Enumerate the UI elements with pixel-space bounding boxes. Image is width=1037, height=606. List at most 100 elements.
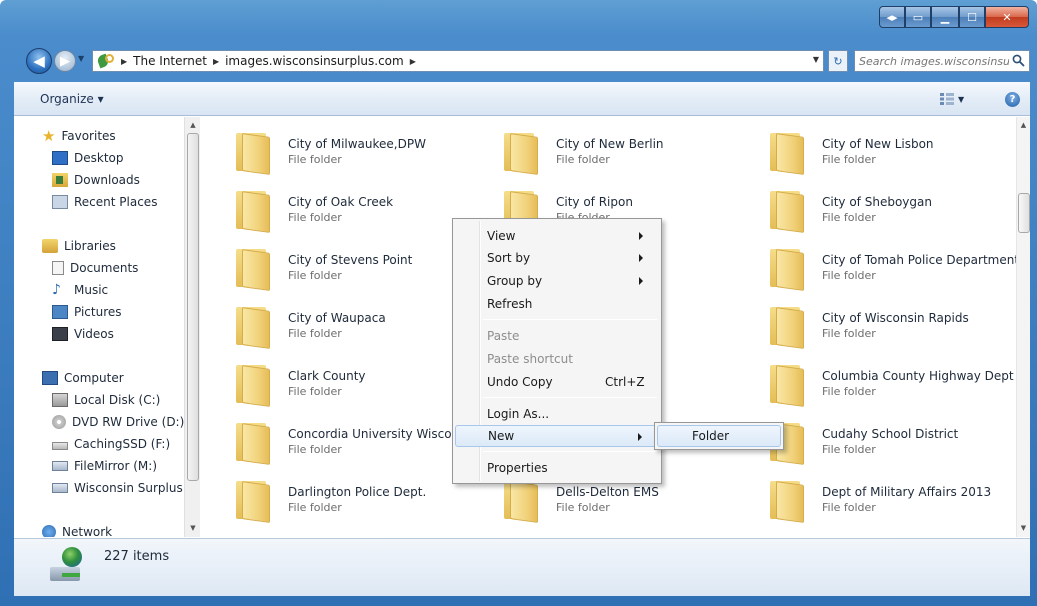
nav-network[interactable]: Network	[42, 525, 112, 537]
nav-label: Computer	[64, 371, 124, 385]
folder-name: Clark County	[288, 369, 366, 383]
nav-label: Documents	[70, 261, 139, 275]
menu-item-group-by[interactable]: Group by	[455, 270, 659, 292]
menu-item-paste-shortcut[interactable]: Paste shortcut	[455, 348, 659, 370]
scrollbar-thumb[interactable]	[187, 133, 199, 481]
change-view-button[interactable]: ▼	[940, 91, 970, 107]
menu-separator	[483, 397, 657, 398]
address-bar[interactable]: ▶ The Internet ▶ images.wisconsinsurplus…	[92, 50, 824, 72]
navigation-pane: ★ Favorites Desktop Downloads Recent Pla…	[14, 117, 200, 537]
refresh-icon[interactable]: ↻	[828, 50, 848, 72]
hard-disk-icon	[52, 393, 68, 407]
folder-name: City of Stevens Point	[288, 253, 413, 267]
scrollbar-thumb[interactable]	[1018, 193, 1030, 233]
folder-name: City of New Lisbon	[822, 137, 934, 151]
search-icon[interactable]	[1012, 54, 1025, 67]
nav-pane-scrollbar[interactable]: ▲ ▼	[184, 117, 200, 537]
command-bar: Organize ▾ ▼ ?	[14, 82, 1030, 116]
menu-item-new[interactable]: New	[455, 425, 659, 447]
desktop-icon	[52, 151, 68, 165]
search-box[interactable]	[854, 50, 1030, 72]
nav-item-wisconsin-surplus[interactable]: Wisconsin Surplus	[52, 481, 183, 495]
minimize-button[interactable]: ▁	[931, 6, 959, 28]
organize-button[interactable]: Organize ▾	[40, 92, 104, 106]
flip-icon[interactable]: ◂▸	[879, 6, 905, 28]
nav-item-desktop[interactable]: Desktop	[52, 151, 124, 165]
menu-label: Login As...	[487, 407, 550, 421]
nav-item-dvd-drive[interactable]: DVD RW Drive (D:)	[52, 415, 184, 429]
scroll-up-icon[interactable]: ▲	[185, 118, 201, 132]
menu-separator	[483, 319, 657, 320]
folder-name: City of Sheboygan	[822, 195, 932, 209]
scroll-down-icon[interactable]: ▼	[1017, 521, 1030, 535]
folder-item[interactable]: City of Tomah Police Department File fol…	[768, 241, 1028, 291]
chevron-down-icon: ▼	[958, 94, 965, 104]
menu-item-paste[interactable]: Paste	[455, 325, 659, 347]
nav-label: Favorites	[61, 129, 116, 143]
nav-item-recent-places[interactable]: Recent Places	[52, 195, 157, 209]
folder-type: File folder	[288, 443, 342, 456]
folder-type: File folder	[822, 501, 876, 514]
nav-item-local-disk[interactable]: Local Disk (C:)	[52, 393, 160, 407]
search-input[interactable]	[859, 54, 1009, 68]
nav-favorites[interactable]: ★ Favorites	[42, 129, 116, 144]
item-count: 227 items	[104, 549, 170, 564]
scroll-down-icon[interactable]: ▼	[185, 521, 201, 535]
submenu-arrow-icon	[639, 232, 643, 240]
nav-item-downloads[interactable]: Downloads	[52, 173, 140, 187]
nav-item-caching-ssd[interactable]: CachingSSD (F:)	[52, 437, 170, 451]
breadcrumb-separator-icon[interactable]: ▶	[121, 57, 127, 66]
folder-icon	[234, 245, 274, 291]
folder-item[interactable]: City of Wisconsin Rapids File folder	[768, 299, 1028, 349]
breadcrumb-internet[interactable]: The Internet	[133, 54, 207, 68]
maximize-button[interactable]: ☐	[959, 6, 985, 28]
menu-item-view[interactable]: View	[455, 225, 659, 247]
network-drive-icon	[52, 461, 68, 471]
recent-pages-chevron-icon[interactable]: ▼	[78, 54, 84, 63]
submenu-item-folder[interactable]: Folder	[657, 425, 781, 447]
folder-name: Columbia County Highway Dept	[822, 369, 1014, 383]
breadcrumb-separator-icon[interactable]: ▶	[410, 57, 416, 66]
menu-item-sort-by[interactable]: Sort by	[455, 247, 659, 269]
new-submenu: Folder	[654, 422, 784, 450]
menu-label: Paste	[487, 329, 520, 343]
folder-icon	[234, 361, 274, 407]
nav-item-filemirror[interactable]: FileMirror (M:)	[52, 459, 157, 473]
folder-item[interactable]: Columbia County Highway Dept File folder	[768, 357, 1028, 407]
nav-computer[interactable]: Computer	[42, 371, 124, 385]
folder-item[interactable]: City of Milwaukee,DPW File folder	[234, 125, 494, 175]
folder-type: File folder	[556, 501, 610, 514]
title-bar[interactable]: ◂▸ ▭ ▁ ☐ ✕	[0, 0, 1037, 40]
nav-item-documents[interactable]: Documents	[52, 261, 138, 275]
menu-item-refresh[interactable]: Refresh	[455, 293, 659, 315]
network-location-icon	[52, 483, 68, 493]
folder-item[interactable]: City of New Berlin File folder	[502, 125, 762, 175]
address-dropdown-icon[interactable]: ▼	[813, 55, 819, 64]
folder-name: City of Oak Creek	[288, 195, 394, 209]
folder-item[interactable]: City of New Lisbon File folder	[768, 125, 1028, 175]
nav-label: Network	[62, 525, 113, 537]
folder-item[interactable]: Cudahy School District File folder	[768, 415, 1028, 465]
close-button[interactable]: ✕	[985, 6, 1029, 28]
folder-name: City of Milwaukee,DPW	[288, 137, 426, 151]
nav-item-videos[interactable]: Videos	[52, 327, 114, 341]
computer-icon	[42, 371, 58, 385]
nav-libraries[interactable]: Libraries	[42, 239, 116, 253]
help-icon[interactable]: ?	[1005, 92, 1020, 107]
forward-button[interactable]: ▶	[54, 50, 76, 72]
nav-item-pictures[interactable]: Pictures	[52, 305, 122, 319]
menu-item-login-as[interactable]: Login As...	[455, 403, 659, 425]
thumbnail-icon[interactable]: ▭	[905, 6, 931, 28]
back-button[interactable]: ◀	[26, 48, 52, 74]
menu-item-properties[interactable]: Properties	[455, 457, 659, 479]
folder-type: File folder	[822, 443, 876, 456]
internet-icon	[96, 53, 115, 69]
file-list-scrollbar[interactable]: ▲ ▼	[1016, 117, 1030, 537]
menu-item-undo-copy[interactable]: Undo Copy Ctrl+Z	[455, 371, 659, 393]
folder-item[interactable]: City of Sheboygan File folder	[768, 183, 1028, 233]
folder-item[interactable]: Dept of Military Affairs 2013 File folde…	[768, 473, 1028, 523]
nav-item-music[interactable]: ♪ Music	[52, 283, 108, 297]
breadcrumb-separator-icon[interactable]: ▶	[213, 57, 219, 66]
breadcrumb-site[interactable]: images.wisconsinsurplus.com	[225, 54, 404, 68]
scroll-up-icon[interactable]: ▲	[1017, 118, 1030, 132]
